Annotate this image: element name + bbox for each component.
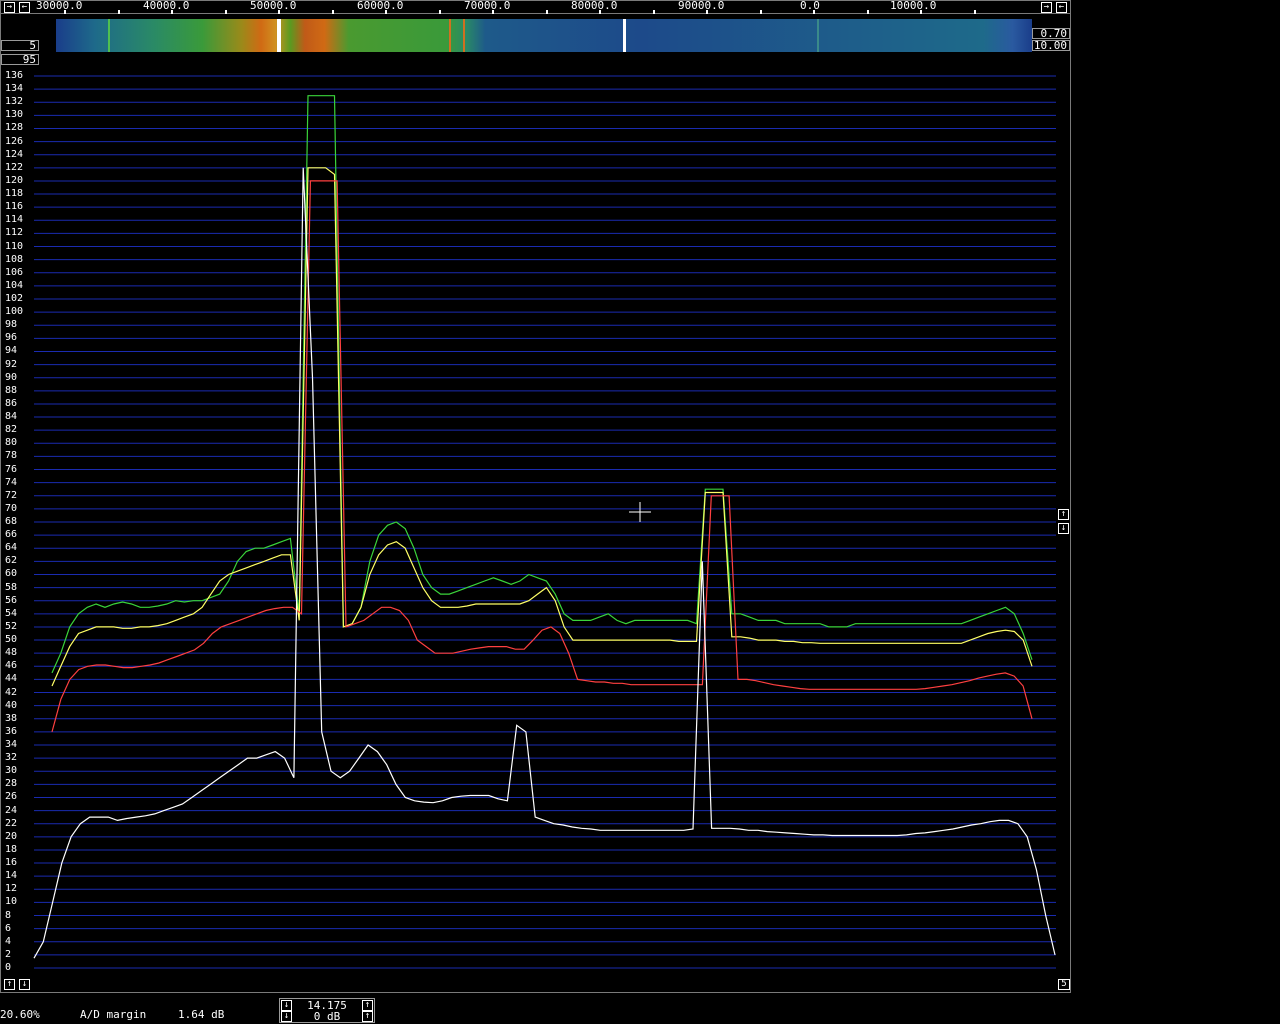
- gain-up-icon[interactable]: ↑: [362, 1011, 373, 1022]
- ad-margin-label: A/D margin: [80, 1008, 147, 1021]
- freq-up-icon[interactable]: ↑: [362, 1000, 373, 1011]
- gain-value[interactable]: 0 dB: [280, 1011, 374, 1022]
- zoom-down-icon[interactable]: ↓: [19, 979, 30, 990]
- zoom-up-icon[interactable]: ↑: [4, 979, 15, 990]
- frequency-gain-box: ↓ 14.175 ↑ ↓ 0 dB ↑: [279, 998, 375, 1023]
- level-down-icon[interactable]: ↓: [1058, 523, 1069, 534]
- level-up-icon[interactable]: ↑: [1058, 509, 1069, 520]
- cpu-percent: 20.60%: [0, 1008, 40, 1021]
- green-trace: [51, 95, 1033, 674]
- spectrum-graph: [33, 75, 1056, 969]
- ad-margin-value: 1.64 dB: [178, 1008, 225, 1021]
- yellow-trace: [51, 167, 1033, 687]
- bottom-right-value-box[interactable]: 5: [1058, 979, 1070, 990]
